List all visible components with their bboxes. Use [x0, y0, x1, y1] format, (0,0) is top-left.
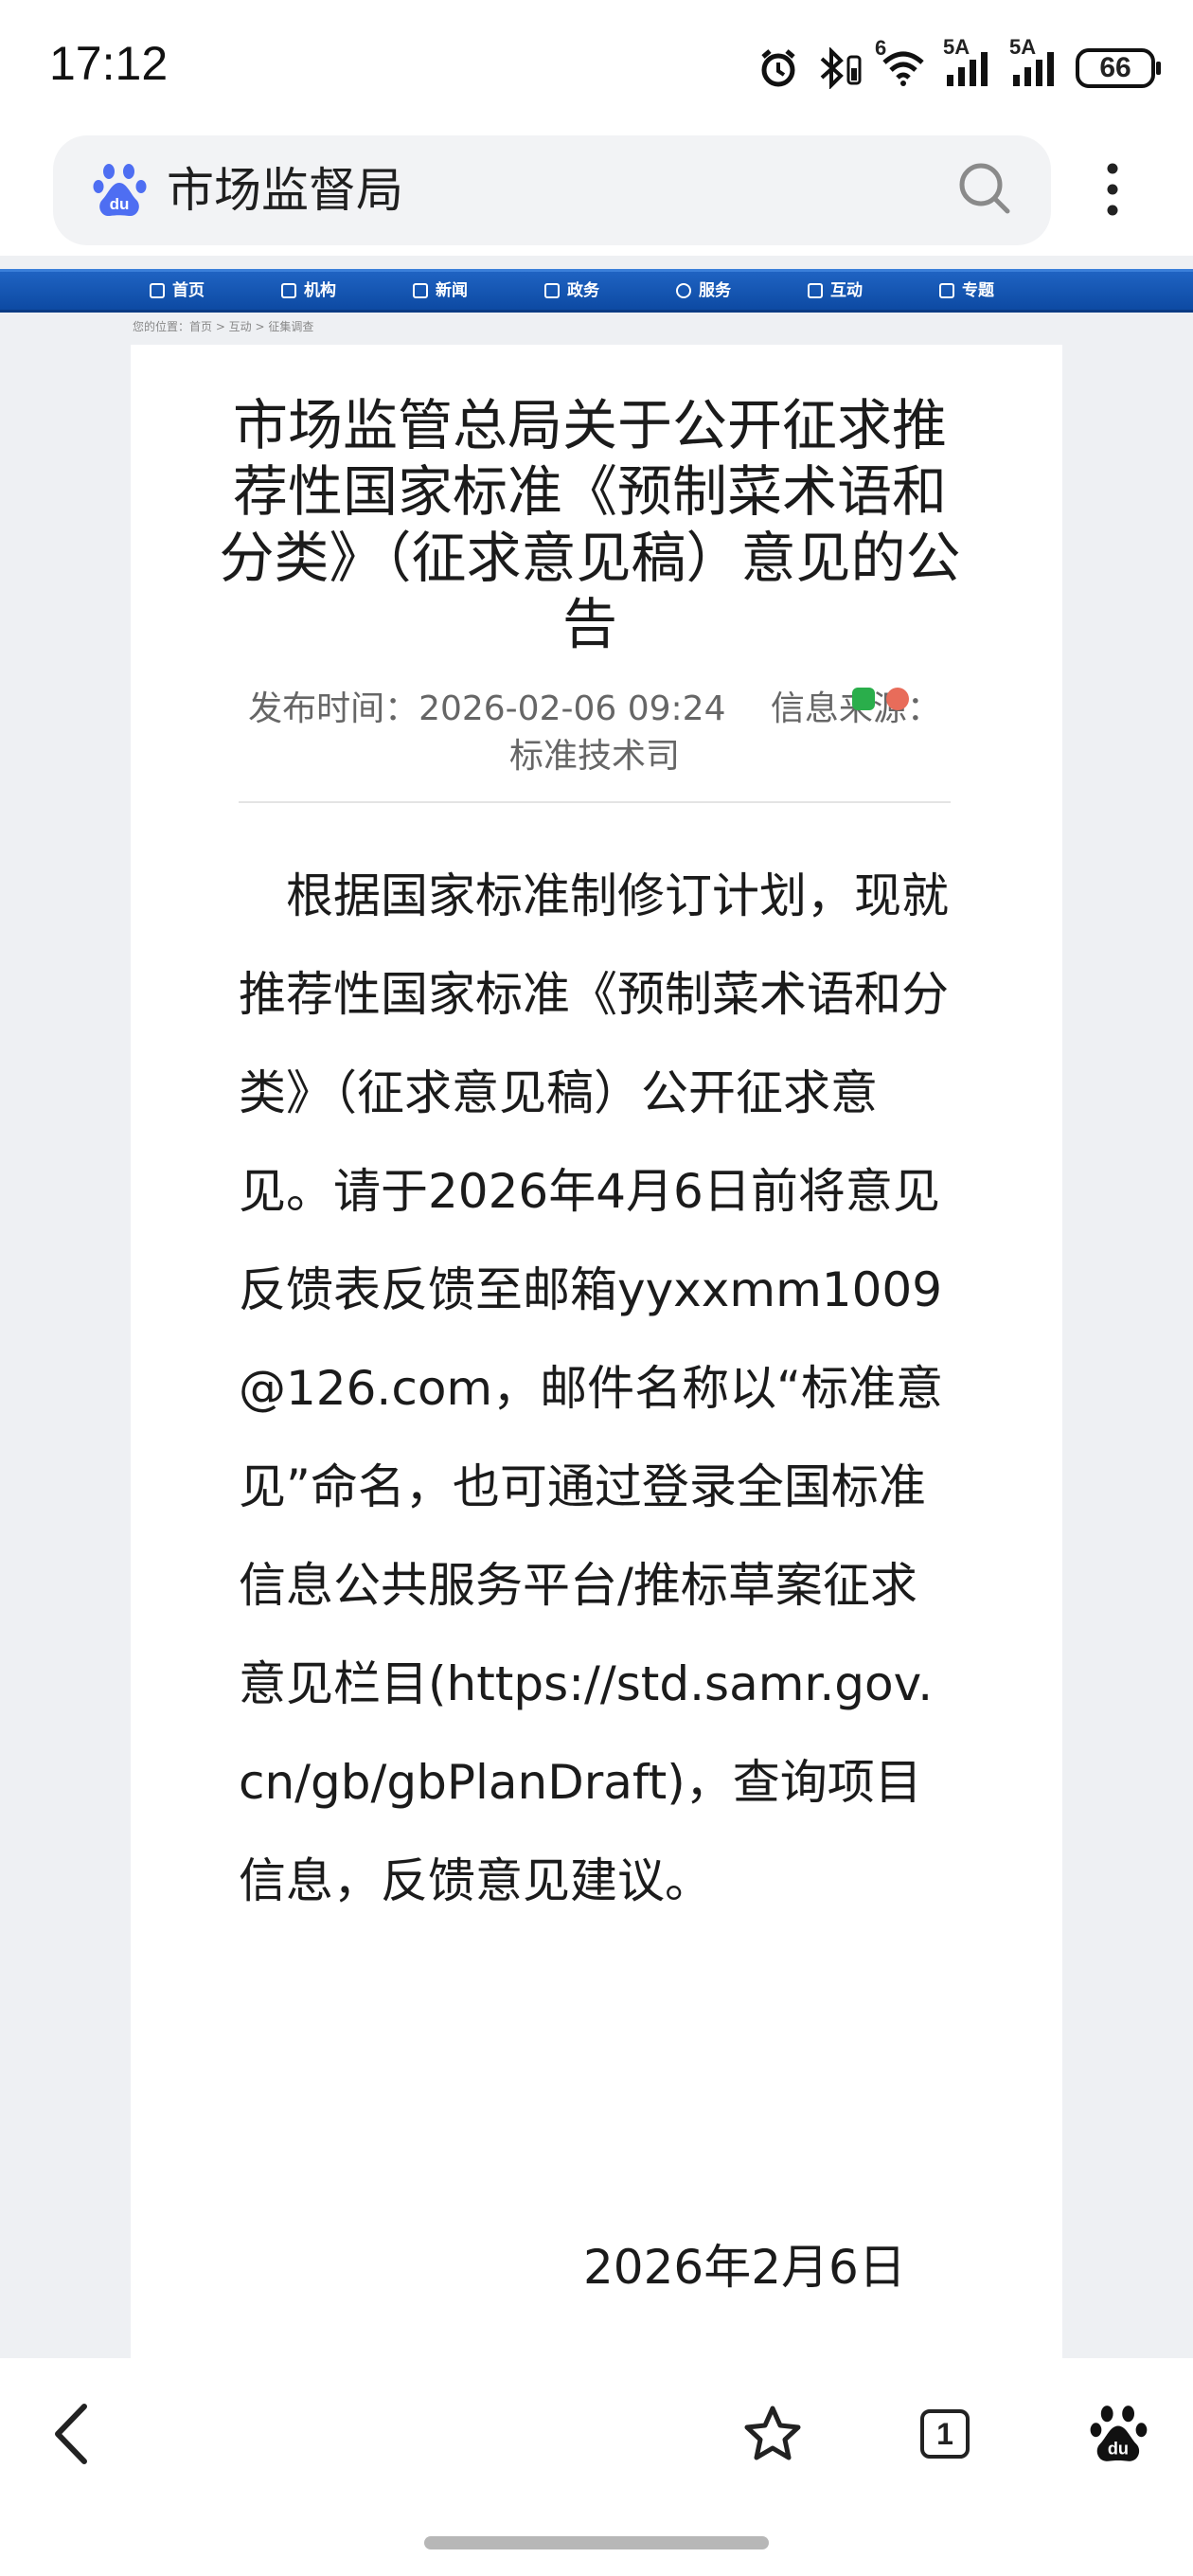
exchange-icon [808, 283, 823, 298]
back-icon [55, 2404, 87, 2464]
web-content: 首页 机构 新闻 政务 服务 互动 专题 您的位置：首页 > 互动 > 征集调查… [0, 256, 1193, 2358]
favorite-button[interactable] [735, 2396, 810, 2472]
baidu-paw-icon: du [1090, 2406, 1148, 2461]
bottom-toolbar: 1 du [0, 2358, 1193, 2576]
article-body: 根据国家标准制修订计划，现就推荐性国家标准《预制菜术语和分类》（征求意见稿）公开… [239, 868, 949, 1908]
more-vertical-icon[interactable] [1098, 161, 1127, 218]
divider [239, 801, 951, 803]
nav-item-gov[interactable]: 政务 [544, 272, 599, 310]
share-icons [852, 688, 909, 710]
list-icon [939, 283, 954, 298]
news-icon [413, 283, 428, 298]
home-icon [150, 283, 165, 298]
signal-label-1: 5A [943, 35, 970, 59]
nav-item-label: 新闻 [436, 281, 468, 300]
nav-item-interact[interactable]: 互动 [808, 272, 863, 310]
nav-item-service[interactable]: 服务 [676, 272, 731, 310]
search-icon[interactable] [956, 160, 1013, 217]
battery-level: 66 [1099, 52, 1131, 83]
article-meta: 发布时间：2026-02-06 09:24 信息来源：标准技术司 [248, 689, 941, 776]
search-bar[interactable]: du 市场监督局 [53, 135, 1051, 245]
article-title: 市场监管总局关于公开征求推荐性国家标准《预制菜术语和分类》（征求意见稿）意见的公… [219, 393, 961, 656]
baidu-paw-icon: du [93, 164, 147, 217]
article-date: 2026年2月6日 [583, 2240, 906, 2295]
nav-item-label: 首页 [172, 281, 205, 300]
alarm-icon [761, 49, 795, 87]
signal-group-2: 5A [1009, 35, 1059, 88]
star-icon [744, 2406, 801, 2460]
nav-item-label: 机构 [304, 281, 336, 300]
breadcrumb[interactable]: 您的位置：首页 > 互动 > 征集调查 [133, 318, 313, 334]
nav-item-news[interactable]: 新闻 [413, 272, 468, 310]
search-query[interactable]: 市场监督局 [167, 162, 403, 219]
wechat-share-icon[interactable] [852, 688, 875, 710]
nav-item-label: 服务 [699, 281, 731, 300]
site-nav: 首页 机构 新闻 政务 服务 互动 专题 [0, 269, 1193, 313]
bluetooth-icon [820, 47, 862, 89]
nav-item-label: 专题 [962, 281, 994, 300]
wifi-label: 6 [875, 36, 887, 60]
nav-item-org[interactable]: 机构 [281, 272, 336, 310]
nav-item-label: 政务 [567, 281, 599, 300]
back-button[interactable] [34, 2396, 110, 2472]
tabs-icon: 1 [920, 2409, 970, 2459]
heart-icon [676, 283, 691, 298]
wifi-icon [882, 51, 924, 86]
battery-icon: 66 [1076, 48, 1161, 88]
status-icons: 6 5A 5A 66 [757, 35, 1161, 95]
tabs-button[interactable]: 1 [907, 2396, 983, 2472]
weibo-share-icon[interactable] [886, 688, 909, 710]
signal-group-1: 5A [943, 35, 992, 88]
nav-item-home[interactable]: 首页 [150, 272, 205, 310]
tab-count: 1 [936, 2416, 953, 2451]
article-card: 市场监管总局关于公开征求推荐性国家标准《预制菜术语和分类》（征求意见稿）意见的公… [131, 345, 1062, 2358]
svg-text:du: du [1108, 2439, 1129, 2458]
nav-item-label: 互动 [830, 281, 863, 300]
wifi-group: 6 [875, 36, 926, 87]
status-time: 17:12 [49, 37, 169, 90]
org-icon [281, 283, 296, 298]
nav-item-topic[interactable]: 专题 [939, 272, 994, 310]
baidu-home-button[interactable]: du [1081, 2396, 1157, 2472]
status-bar: 17:12 6 5A 5A 66 [0, 0, 1193, 133]
svg-text:du: du [110, 195, 130, 213]
home-indicator[interactable] [424, 2536, 769, 2549]
signal-label-2: 5A [1009, 35, 1037, 59]
gov-icon [544, 283, 560, 298]
